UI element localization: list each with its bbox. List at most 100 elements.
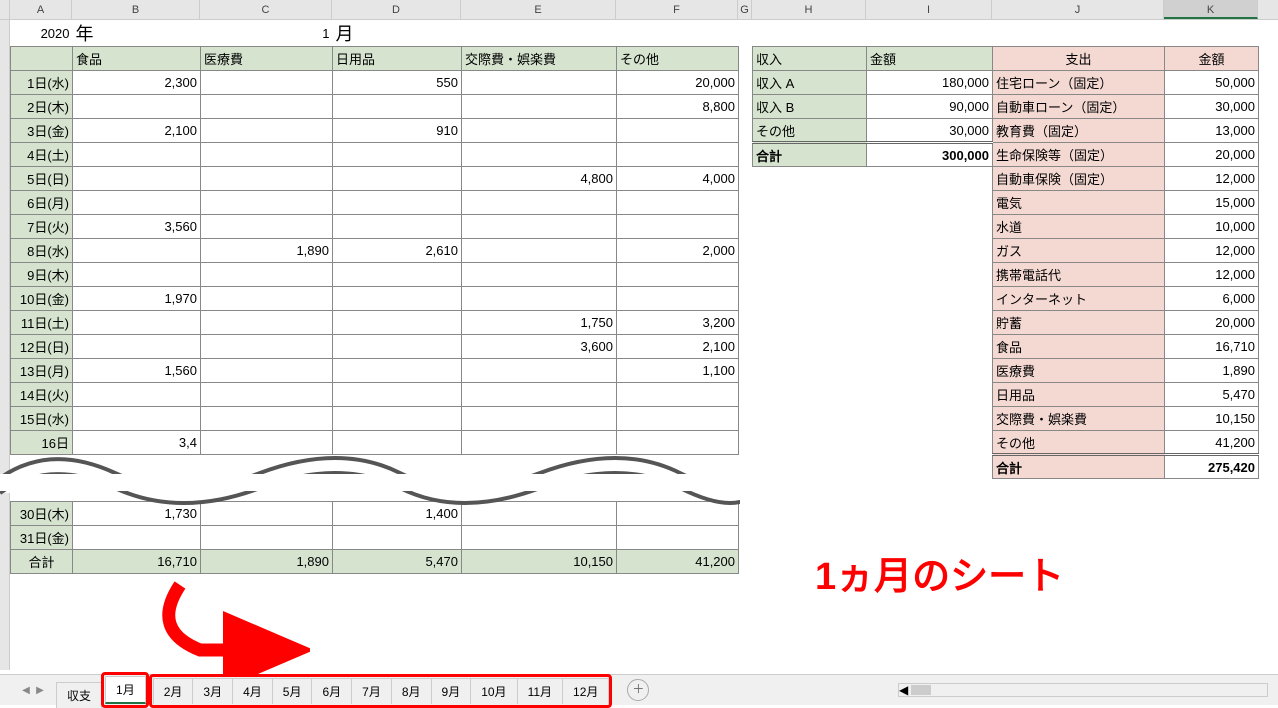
expense-cell[interactable] — [462, 263, 617, 287]
sheet-tab[interactable]: 10月 — [470, 678, 517, 704]
horizontal-scrollbar[interactable]: ◀ — [898, 683, 1268, 697]
expense-cell[interactable] — [201, 143, 333, 167]
expense-cell[interactable] — [462, 119, 617, 143]
expense-cell[interactable] — [462, 287, 617, 311]
outgo-value[interactable]: 1,890 — [1165, 359, 1259, 383]
expense-cell[interactable] — [462, 191, 617, 215]
expense-cell[interactable] — [333, 95, 462, 119]
expense-cell[interactable] — [333, 287, 462, 311]
expense-cell[interactable] — [333, 143, 462, 167]
expense-cell[interactable] — [73, 526, 201, 550]
sheet-tab[interactable]: 4月 — [232, 678, 273, 704]
expense-cell[interactable]: 1,100 — [617, 359, 739, 383]
col-header-I[interactable]: I — [866, 0, 992, 19]
expense-cell[interactable] — [201, 263, 333, 287]
expense-cell[interactable]: 1,400 — [333, 502, 462, 526]
expense-cell[interactable] — [333, 335, 462, 359]
sheet-tab[interactable]: 2月 — [153, 678, 194, 704]
outgo-value[interactable]: 12,000 — [1165, 167, 1259, 191]
expense-cell[interactable]: 20,000 — [617, 71, 739, 95]
expense-cell[interactable]: 2,100 — [73, 119, 201, 143]
expense-cell[interactable]: 3,4 — [73, 431, 201, 455]
expense-cell[interactable] — [201, 167, 333, 191]
col-header-D[interactable]: D — [332, 0, 461, 19]
expense-cell[interactable] — [462, 143, 617, 167]
expense-cell[interactable]: 8,800 — [617, 95, 739, 119]
sheet-tab[interactable]: 3月 — [192, 678, 233, 704]
outgo-value[interactable]: 15,000 — [1165, 191, 1259, 215]
sheet-tab[interactable]: 9月 — [431, 678, 472, 704]
sheet-tab[interactable]: 6月 — [311, 678, 352, 704]
expense-cell[interactable]: 4,000 — [617, 167, 739, 191]
sheet-tab[interactable]: 5月 — [272, 678, 313, 704]
expense-cell[interactable] — [201, 287, 333, 311]
month-cell[interactable]: 1 — [201, 20, 333, 47]
expense-cell[interactable] — [462, 526, 617, 550]
expense-cell[interactable] — [73, 383, 201, 407]
expense-cell[interactable] — [201, 431, 333, 455]
expense-cell[interactable] — [201, 502, 333, 526]
expense-cell[interactable] — [462, 407, 617, 431]
expense-cell[interactable]: 1,890 — [201, 239, 333, 263]
outgo-value[interactable]: 13,000 — [1165, 119, 1259, 143]
expense-cell[interactable] — [462, 95, 617, 119]
tab-nav-buttons[interactable]: ◀ ▶ — [20, 684, 46, 696]
expense-cell[interactable] — [201, 359, 333, 383]
outgo-value[interactable]: 30,000 — [1165, 95, 1259, 119]
expense-cell[interactable] — [333, 383, 462, 407]
col-header-J[interactable]: J — [992, 0, 1164, 19]
expense-cell[interactable] — [617, 287, 739, 311]
expense-cell[interactable] — [201, 191, 333, 215]
sheet-tab[interactable]: 11月 — [517, 678, 563, 704]
expense-cell[interactable] — [201, 311, 333, 335]
sheet-tab[interactable]: 7月 — [351, 678, 392, 704]
tab-nav-prev-icon[interactable]: ◀ — [20, 684, 32, 696]
expense-cell[interactable]: 2,100 — [617, 335, 739, 359]
col-header-K[interactable]: K — [1164, 0, 1258, 19]
col-header-H[interactable]: H — [752, 0, 866, 19]
expense-cell[interactable] — [333, 311, 462, 335]
expense-cell[interactable] — [201, 335, 333, 359]
expense-cell[interactable] — [333, 526, 462, 550]
expense-cell[interactable]: 910 — [333, 119, 462, 143]
expense-cell[interactable] — [462, 71, 617, 95]
expense-cell[interactable] — [333, 215, 462, 239]
expense-cell[interactable] — [462, 359, 617, 383]
expense-cell[interactable] — [201, 215, 333, 239]
outgo-value[interactable]: 20,000 — [1165, 143, 1259, 167]
col-header-C[interactable]: C — [200, 0, 332, 19]
outgo-value[interactable]: 10,150 — [1165, 407, 1259, 431]
sheet-tab[interactable]: 12月 — [562, 678, 609, 704]
spreadsheet-area[interactable]: 2020 年 1 月 食品医療費日用品交際費・娯楽費その他収入金額支出金額 1日… — [10, 20, 1278, 670]
expense-cell[interactable]: 550 — [333, 71, 462, 95]
expense-cell[interactable] — [73, 407, 201, 431]
expense-cell[interactable] — [201, 526, 333, 550]
expense-cell[interactable] — [73, 167, 201, 191]
year-cell[interactable]: 2020 — [11, 20, 73, 47]
expense-cell[interactable]: 3,200 — [617, 311, 739, 335]
expense-cell[interactable] — [617, 383, 739, 407]
tab-nav-next-icon[interactable]: ▶ — [34, 684, 46, 696]
expense-cell[interactable] — [333, 191, 462, 215]
col-header-B[interactable]: B — [72, 0, 200, 19]
expense-cell[interactable] — [73, 95, 201, 119]
expense-cell[interactable]: 1,730 — [73, 502, 201, 526]
expense-cell[interactable] — [201, 119, 333, 143]
outgo-value[interactable]: 12,000 — [1165, 263, 1259, 287]
income-value[interactable]: 90,000 — [867, 95, 993, 119]
expense-cell[interactable] — [617, 431, 739, 455]
expense-cell[interactable] — [617, 263, 739, 287]
outgo-value[interactable]: 41,200 — [1165, 431, 1259, 455]
expense-cell[interactable] — [201, 383, 333, 407]
expense-cell[interactable] — [73, 143, 201, 167]
expense-cell[interactable] — [333, 167, 462, 191]
sheet-tab[interactable]: 収支 — [56, 682, 102, 708]
expense-cell[interactable] — [617, 191, 739, 215]
expense-cell[interactable]: 3,560 — [73, 215, 201, 239]
expense-cell[interactable] — [333, 359, 462, 383]
outgo-value[interactable]: 10,000 — [1165, 215, 1259, 239]
expense-cell[interactable] — [617, 526, 739, 550]
expense-cell[interactable]: 2,610 — [333, 239, 462, 263]
outgo-value[interactable]: 12,000 — [1165, 239, 1259, 263]
expense-cell[interactable]: 2,300 — [73, 71, 201, 95]
